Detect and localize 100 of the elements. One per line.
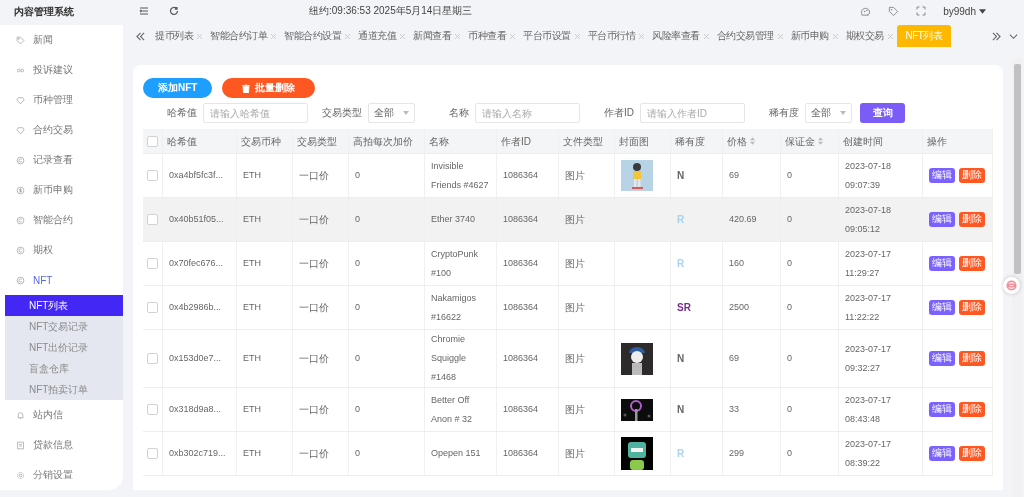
- table-cell-text: 一口价: [299, 447, 329, 461]
- table-cell-text: Ether 3740: [431, 213, 476, 226]
- input-field[interactable]: 请输入名称: [475, 103, 580, 123]
- table-cell-text: 2500: [729, 301, 750, 314]
- close-icon[interactable]: [777, 33, 783, 39]
- tab[interactable]: 平台币行情: [583, 25, 648, 47]
- edit-button[interactable]: 编辑: [929, 402, 955, 417]
- close-icon[interactable]: [887, 33, 893, 39]
- user-menu[interactable]: by99dh: [943, 5, 986, 17]
- chevron-down-icon[interactable]: [1009, 31, 1018, 41]
- close-icon[interactable]: [271, 33, 276, 39]
- table-cell-text: Invisible Friends #4627: [431, 159, 490, 192]
- sort-icon[interactable]: [818, 137, 823, 145]
- close-icon[interactable]: [197, 33, 202, 39]
- submenu-item[interactable]: 盲盒仓库: [5, 358, 123, 379]
- select-field[interactable]: 全部: [368, 103, 415, 123]
- sidebar-item[interactable]: 期权: [0, 235, 123, 265]
- tab[interactable]: 通道充值: [354, 25, 409, 47]
- tab[interactable]: 平台币设置: [519, 25, 584, 47]
- edit-button[interactable]: 编辑: [929, 168, 955, 183]
- table-cell-text: 2023-07-17 08:43:48: [845, 393, 893, 426]
- tab[interactable]: 合约交易管理: [712, 25, 787, 47]
- delete-button[interactable]: 删除: [959, 168, 985, 183]
- close-icon[interactable]: [400, 33, 405, 39]
- delete-button[interactable]: 删除: [959, 402, 985, 417]
- column-header: 交易币种: [237, 129, 293, 153]
- sidebar-item[interactable]: 币种管理: [0, 85, 123, 115]
- caret-icon: [979, 8, 986, 14]
- sidebar-item[interactable]: 投诉建议: [0, 55, 123, 85]
- column-header: 价格: [723, 129, 781, 153]
- sidebar-item[interactable]: 贷款信息: [0, 430, 123, 460]
- input-field[interactable]: 请输入哈希值: [203, 103, 308, 123]
- tab[interactable]: 期权交易: [841, 25, 897, 47]
- table-cell-text: 图片: [565, 301, 585, 315]
- refresh-icon[interactable]: [169, 6, 179, 16]
- checkbox[interactable]: [147, 353, 158, 364]
- tab[interactable]: 新闻查看: [409, 25, 464, 47]
- checkbox[interactable]: [147, 404, 158, 415]
- column-header: 保证金: [781, 129, 839, 153]
- close-icon[interactable]: [832, 33, 838, 39]
- edit-button[interactable]: 编辑: [929, 300, 955, 315]
- select-field[interactable]: 全部: [805, 103, 852, 123]
- close-icon[interactable]: [574, 33, 580, 39]
- menu-icon[interactable]: [139, 6, 149, 16]
- table-cell-text: 一口价: [299, 213, 329, 227]
- tab[interactable]: 币种查看: [464, 25, 519, 47]
- tab[interactable]: 风险率查看: [648, 25, 713, 47]
- sidebar-item[interactable]: 新闻: [0, 25, 123, 55]
- edit-button[interactable]: 编辑: [929, 256, 955, 271]
- delete-button[interactable]: 删除: [959, 351, 985, 366]
- tab[interactable]: 提币列表: [151, 25, 206, 47]
- submenu-item[interactable]: NFT拍卖订单: [5, 379, 123, 400]
- double-chevron-left-icon[interactable]: [136, 31, 145, 41]
- delete-button[interactable]: 批量删除: [222, 78, 316, 98]
- delete-button[interactable]: 删除: [959, 446, 985, 461]
- submenu-item[interactable]: NFT列表: [5, 295, 123, 316]
- tag-icon[interactable]: [888, 5, 900, 17]
- fullscreen-icon[interactable]: [916, 6, 927, 16]
- sidebar-item[interactable]: 新币申购: [0, 175, 123, 205]
- sidebar-item[interactable]: NFT: [0, 265, 123, 295]
- scrollbar[interactable]: [1012, 58, 1022, 497]
- close-icon[interactable]: [639, 33, 644, 39]
- filter-label: 稀有度: [768, 106, 799, 120]
- tab[interactable]: 智能合约订单: [206, 25, 280, 47]
- table-cell-text: 0: [787, 169, 792, 182]
- checkbox[interactable]: [147, 258, 158, 269]
- checkbox[interactable]: [147, 214, 158, 225]
- sidebar-item[interactable]: 站内信: [0, 400, 123, 430]
- sort-icon[interactable]: [750, 137, 755, 145]
- checkbox[interactable]: [147, 448, 158, 459]
- checkbox[interactable]: [147, 302, 158, 313]
- float-button[interactable]: [1003, 277, 1020, 294]
- edit-button[interactable]: 编辑: [929, 446, 955, 461]
- delete-button[interactable]: 删除: [959, 300, 985, 315]
- edit-button[interactable]: 编辑: [929, 212, 955, 227]
- close-icon[interactable]: [510, 33, 515, 39]
- table-cell-text: 420.69: [729, 213, 757, 226]
- sidebar-item[interactable]: 记录查看: [0, 145, 123, 175]
- palette-icon[interactable]: [860, 5, 872, 17]
- edit-button[interactable]: 编辑: [929, 351, 955, 366]
- submenu-item[interactable]: NFT交易记录: [5, 316, 123, 337]
- search-button[interactable]: 查询: [860, 103, 905, 123]
- sidebar-item[interactable]: 分销设置: [0, 460, 123, 490]
- sidebar-item[interactable]: 智能合约: [0, 205, 123, 235]
- close-icon[interactable]: [345, 33, 350, 39]
- delete-button[interactable]: 删除: [959, 212, 985, 227]
- checkbox[interactable]: [147, 135, 158, 147]
- sidebar-item[interactable]: 合约交易: [0, 115, 123, 145]
- add-button[interactable]: 添加NFT: [143, 78, 213, 98]
- tab[interactable]: 新币申购: [786, 25, 842, 47]
- submenu-item[interactable]: NFT出价记录: [5, 337, 123, 358]
- double-chevron-right-icon[interactable]: [992, 31, 1001, 41]
- checkbox[interactable]: [147, 170, 158, 181]
- column-header: 哈希值: [163, 129, 237, 153]
- delete-button[interactable]: 删除: [959, 256, 985, 271]
- close-icon[interactable]: [455, 33, 460, 39]
- tab[interactable]: 智能合约设置: [280, 25, 354, 47]
- close-icon[interactable]: [703, 33, 709, 39]
- table-cell-text: 1086364: [503, 257, 539, 270]
- input-field[interactable]: 请输入作者ID: [640, 103, 745, 123]
